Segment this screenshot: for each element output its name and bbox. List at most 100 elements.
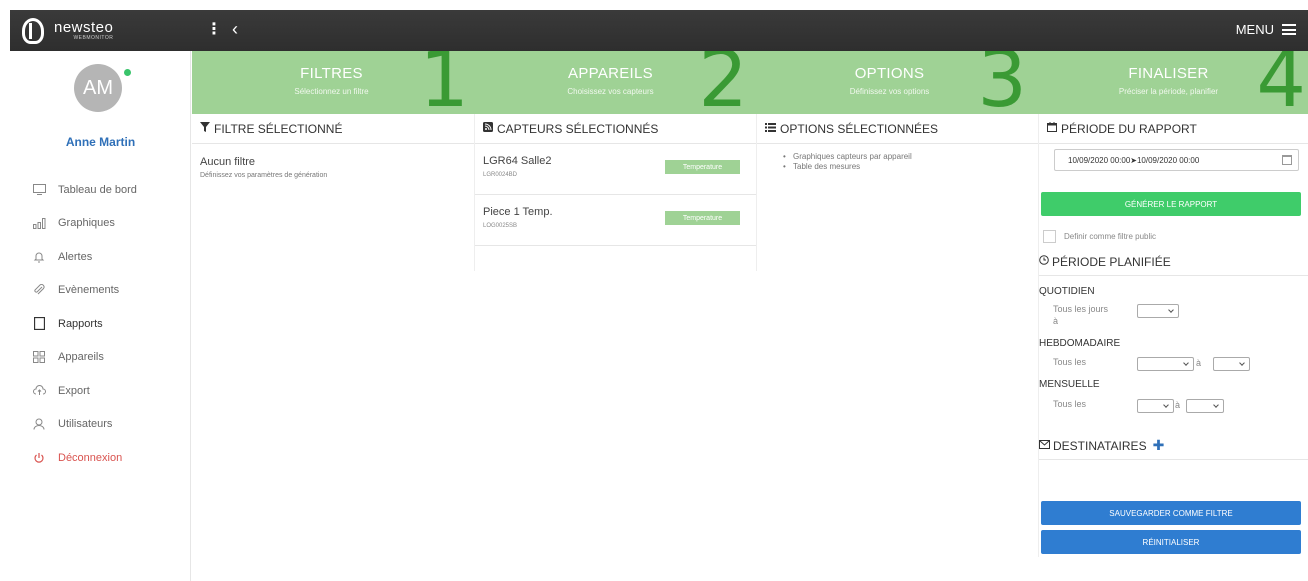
public-filter-checkbox[interactable] <box>1043 230 1056 243</box>
monthly-a-text: à <box>1175 400 1181 410</box>
wizard-steps: FILTRES Sélectionnez un filtre 1 APPAREI… <box>192 51 1308 114</box>
options-column: OPTIONS SÉLECTIONNÉES Graphiques capteur… <box>756 114 1038 271</box>
panels: FILTRE SÉLECTIONNÉ Aucun filtre Définiss… <box>192 114 1308 581</box>
sidebar-item-label: Appareils <box>58 351 104 364</box>
daily-time-select[interactable] <box>1137 304 1179 318</box>
sidebar-item-deconnexion[interactable]: Déconnexion <box>10 441 191 475</box>
sidebar-item-export[interactable]: Export <box>10 374 191 408</box>
online-status-dot <box>124 69 131 76</box>
step-number: 4 <box>1256 51 1306 114</box>
document-icon <box>32 317 46 331</box>
sidebar-item-appareils[interactable]: Appareils <box>10 341 191 375</box>
step-options[interactable]: OPTIONS Définissez vos options 3 <box>750 51 1029 114</box>
list-item[interactable]: Piece 1 Temp. LOG0025SB Temperature <box>475 195 756 246</box>
clock-icon <box>1039 255 1049 268</box>
sidebar-item-label: Utilisateurs <box>58 418 113 431</box>
logo-icon <box>22 17 44 44</box>
reset-button[interactable]: RÉINITIALISER <box>1041 530 1301 554</box>
daily-a-text: à <box>1053 316 1059 326</box>
step-number: 3 <box>977 51 1027 114</box>
logo-subtitle: WEBMONITOR <box>73 35 114 41</box>
sidebar-item-label: Export <box>58 384 90 397</box>
no-filter-subtitle: Définissez vos paramètres de génération <box>200 172 328 179</box>
sidebar-item-label: Tableau de bord <box>58 183 137 196</box>
add-recipient-icon[interactable]: ✚ <box>1153 437 1165 454</box>
hamburger-icon <box>1282 24 1296 35</box>
calendar-icon[interactable] <box>1282 155 1292 165</box>
weekly-a-text: à <box>1196 358 1202 368</box>
cloud-icon <box>32 384 46 398</box>
filter-header: FILTRE SÉLECTIONNÉ <box>192 114 474 144</box>
weekly-label: HEBDOMADAIRE <box>1039 338 1121 349</box>
step-number: 2 <box>698 51 748 114</box>
rss-icon <box>483 122 493 135</box>
sidebar-item-label: Graphiques <box>58 217 115 230</box>
step-number: 1 <box>419 51 469 114</box>
list-icon <box>765 122 776 135</box>
filter-column: FILTRE SÉLECTIONNÉ Aucun filtre Définiss… <box>192 114 474 179</box>
sidebar: AM Anne Martin Tableau de bord Graphique… <box>10 51 191 581</box>
scheduled-period-header: PÉRIODE PLANIFIÉE <box>1039 248 1308 276</box>
monthly-text: Tous les <box>1053 399 1087 409</box>
logo-name: newsteo <box>54 19 114 36</box>
weekly-text: Tous les <box>1053 357 1087 367</box>
recipients-label: DESTINATAIRES <box>1053 438 1147 453</box>
app-window: newsteo WEBMONITOR ⋮ ‹ MENU AM Anne Mart… <box>10 10 1308 581</box>
back-chevron-icon[interactable]: ‹ <box>232 18 238 40</box>
sidebar-item-rapports[interactable]: Rapports <box>10 307 191 341</box>
options-header: OPTIONS SÉLECTIONNÉES <box>757 114 1038 144</box>
generate-report-button[interactable]: GÉNÉRER LE RAPPORT <box>1041 192 1301 216</box>
user-icon <box>32 417 46 431</box>
step-finaliser[interactable]: FINALISER Préciser la période, planifier… <box>1029 51 1308 114</box>
menu-label: MENU <box>1235 22 1274 37</box>
sidebar-nav: Tableau de bord Graphiques Alertes Evène… <box>10 173 191 475</box>
recipients-header: DESTINATAIRES ✚ <box>1039 432 1308 460</box>
monthly-label: MENSUELLE <box>1039 379 1100 390</box>
sidebar-item-utilisateurs[interactable]: Utilisateurs <box>10 408 191 442</box>
sidebar-item-graphiques[interactable]: Graphiques <box>10 207 191 241</box>
options-header-label: OPTIONS SÉLECTIONNÉES <box>780 121 939 136</box>
sidebar-item-label: Evènements <box>58 284 120 297</box>
date-range-input[interactable]: 10/09/2020 00:00➤10/09/2020 00:00 <box>1054 149 1299 171</box>
daily-text: Tous les jours <box>1053 304 1109 314</box>
public-filter-option: Definir comme filtre public <box>1043 230 1156 243</box>
more-options-icon[interactable]: ⋮ <box>206 20 222 40</box>
filter-icon <box>200 122 210 135</box>
sensors-header-label: CAPTEURS SÉLECTIONNÉS <box>497 121 659 136</box>
grid-icon <box>32 350 46 364</box>
no-filter-item[interactable]: Aucun filtre Définissez vos paramètres d… <box>192 144 474 179</box>
avatar[interactable]: AM <box>74 64 122 112</box>
monitor-icon <box>32 183 46 197</box>
avatar-initials: AM <box>83 76 113 99</box>
list-item[interactable]: LGR64 Salle2 LGR0024BD Temperature <box>475 144 756 195</box>
no-filter-title: Aucun filtre <box>200 156 256 168</box>
sidebar-item-alertes[interactable]: Alertes <box>10 240 191 274</box>
filter-header-label: FILTRE SÉLECTIONNÉ <box>214 121 343 136</box>
logo[interactable]: newsteo WEBMONITOR <box>10 10 191 51</box>
bar-chart-icon <box>32 216 46 230</box>
daily-label: QUOTIDIEN <box>1039 286 1095 297</box>
monthly-time-select[interactable] <box>1186 399 1224 413</box>
sidebar-item-label: Déconnexion <box>58 451 123 464</box>
report-period-header: PÉRIODE DU RAPPORT <box>1039 114 1308 144</box>
save-as-filter-button[interactable]: SAUVEGARDER COMME FILTRE <box>1041 501 1301 525</box>
sidebar-item-evenements[interactable]: Evènements <box>10 274 191 308</box>
sidebar-item-label: Rapports <box>58 317 103 330</box>
sidebar-item-tableau-de-bord[interactable]: Tableau de bord <box>10 173 191 207</box>
sensors-column: CAPTEURS SÉLECTIONNÉS LGR64 Salle2 LGR00… <box>474 114 756 271</box>
menu-button[interactable]: MENU <box>1236 22 1296 37</box>
step-filtres[interactable]: FILTRES Sélectionnez un filtre 1 <box>192 51 471 114</box>
step-appareils[interactable]: APPAREILS Choisissez vos capteurs 2 <box>471 51 750 114</box>
user-name[interactable]: Anne Martin <box>10 135 191 149</box>
sensors-header: CAPTEURS SÉLECTIONNÉS <box>475 114 756 144</box>
weekly-time-select[interactable] <box>1213 357 1250 371</box>
list-item: Graphiques capteurs par appareil <box>783 152 1038 162</box>
scheduled-period-label: PÉRIODE PLANIFIÉE <box>1052 254 1171 269</box>
report-period-label: PÉRIODE DU RAPPORT <box>1061 121 1197 136</box>
calendar-icon <box>1047 122 1057 135</box>
public-filter-label: Definir comme filtre public <box>1064 232 1157 241</box>
finalize-column: PÉRIODE DU RAPPORT 10/09/2020 00:00➤10/0… <box>1038 114 1308 557</box>
weekly-day-select[interactable] <box>1137 357 1194 371</box>
options-list: Graphiques capteurs par appareil Table d… <box>757 144 1038 172</box>
monthly-day-select[interactable] <box>1137 399 1174 413</box>
